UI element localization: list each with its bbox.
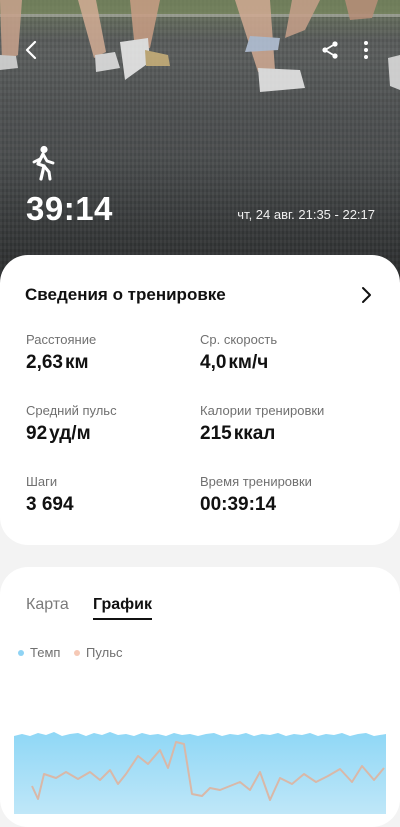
graph-legend: Темп Пульс bbox=[18, 645, 132, 660]
legend-item-pace: Темп bbox=[18, 645, 60, 660]
share-icon[interactable] bbox=[318, 38, 342, 62]
workout-graph-card: Карта График Темп Пульс bbox=[0, 567, 400, 827]
more-vert-icon[interactable] bbox=[354, 38, 378, 62]
tab-map[interactable]: Карта bbox=[26, 596, 69, 614]
stat-value: 4,0 км/ч bbox=[200, 352, 269, 373]
workout-datetime: чт, 24 авг. 21:35 - 22:17 bbox=[237, 207, 375, 222]
stat-avg-pulse: Средний пульс 92 уд/м bbox=[26, 403, 117, 445]
stat-value: 92 уд/м bbox=[26, 423, 91, 444]
stat-label: Время тренировки bbox=[200, 474, 312, 489]
stat-value: 3 694 bbox=[26, 494, 74, 515]
workout-details-header[interactable]: Сведения о тренировке bbox=[25, 285, 380, 309]
stat-label: Калории тренировки bbox=[200, 403, 325, 418]
chevron-right-icon[interactable] bbox=[356, 285, 376, 305]
workout-details-card: Сведения о тренировке Расстояние 2,63 км … bbox=[0, 255, 400, 545]
stat-calories: Калории тренировки 215 ккал bbox=[200, 403, 324, 445]
workout-hero-photo: 39:14 чт, 24 авг. 21:35 - 22:17 bbox=[0, 0, 400, 285]
stat-workout-time: Время тренировки 00:39:14 bbox=[200, 474, 312, 516]
stat-label: Расстояние bbox=[26, 332, 97, 347]
stat-value: 00:39:14 bbox=[200, 494, 277, 515]
stat-label: Шаги bbox=[26, 474, 58, 489]
stat-steps: Шаги 3 694 bbox=[26, 474, 74, 516]
legend-item-pulse: Пульс bbox=[74, 645, 122, 660]
pace-pulse-chart bbox=[14, 732, 386, 814]
stat-label: Ср. скорость bbox=[200, 332, 278, 347]
workout-duration: 39:14 bbox=[26, 190, 113, 227]
stat-value: 2,63 км bbox=[26, 352, 89, 373]
stat-value: 215 ккал bbox=[200, 423, 276, 444]
tab-graph[interactable]: График bbox=[93, 596, 152, 620]
pace-area bbox=[14, 732, 386, 814]
stat-avg-speed: Ср. скорость 4,0 км/ч bbox=[200, 332, 277, 374]
details-title: Сведения о тренировке bbox=[25, 285, 226, 304]
walking-person-icon bbox=[28, 145, 58, 181]
stat-label: Средний пульс bbox=[26, 403, 117, 418]
back-arrow-icon[interactable] bbox=[20, 38, 44, 62]
stat-distance: Расстояние 2,63 км bbox=[26, 332, 96, 374]
